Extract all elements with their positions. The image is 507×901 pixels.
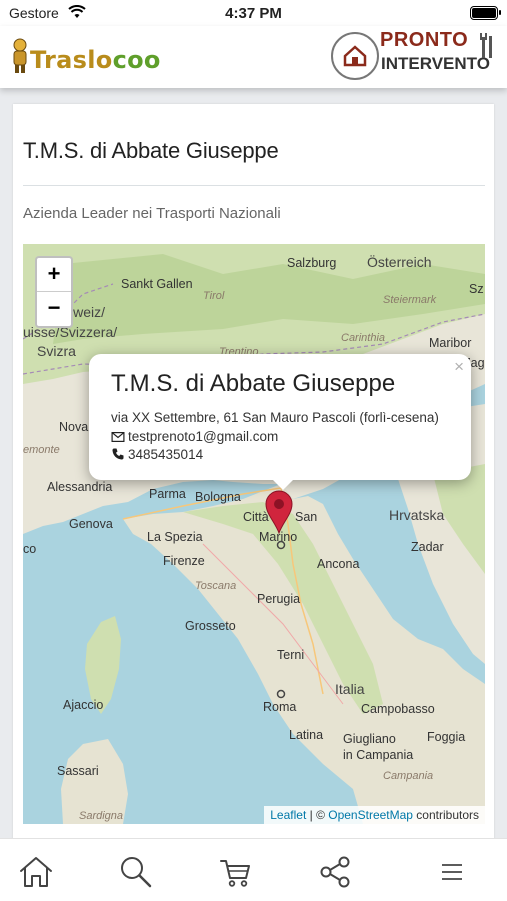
clock: 4:37 PM [225, 5, 282, 22]
map-label: Genova [69, 517, 113, 531]
envelope-icon [111, 432, 125, 442]
share-icon [320, 856, 350, 888]
map-label: Campania [383, 770, 434, 782]
map-label: Sz [469, 282, 484, 296]
map-label: Österreich [367, 254, 432, 270]
popup-address: via XX Settembre, 61 San Mauro Pascoli (… [111, 410, 439, 425]
map-label: Maribor [429, 336, 472, 350]
zoom-out-button[interactable]: − [37, 292, 71, 326]
map-label: Tirol [203, 290, 225, 302]
map-label: Terni [277, 648, 305, 662]
nav-share[interactable] [318, 855, 354, 889]
menu-icon [442, 864, 462, 880]
map[interactable]: Salzburg Österreich Sankt Gallen Tirol S… [23, 244, 485, 824]
pronto-label: PRONTO [380, 29, 469, 51]
map-label: Parma [149, 487, 186, 501]
mascot-icon [13, 38, 27, 73]
leaflet-link[interactable]: Leaflet [270, 808, 306, 822]
map-label: Bologna [195, 490, 241, 504]
map-marker-icon[interactable] [265, 490, 293, 534]
divider [23, 185, 485, 186]
tools-icon [480, 33, 492, 58]
map-label: Perugia [257, 592, 301, 606]
search-icon [121, 857, 152, 888]
map-attribution: Leaflet | © OpenStreetMap contributors [264, 806, 485, 824]
osm-link[interactable]: OpenStreetMap [328, 808, 413, 822]
popup-phone-row[interactable]: 3485435014 [111, 447, 203, 462]
zoom-control: + − [35, 256, 73, 328]
battery-icon [470, 6, 501, 20]
map-label: Salzburg [287, 256, 337, 270]
map-label: Italia [335, 681, 365, 697]
traslocoo-logo[interactable]: Traslocoo [8, 34, 168, 80]
logo-text: Traslocoo [30, 46, 161, 74]
phone-icon [112, 448, 124, 460]
map-label: Toscana [195, 580, 237, 592]
cart-icon [220, 860, 250, 887]
map-label: Firenze [163, 554, 205, 568]
map-label: Ancona [317, 557, 360, 571]
popup-phone[interactable]: 3485435014 [128, 447, 203, 462]
map-label: Nova [59, 420, 89, 434]
map-label: Foggia [427, 730, 466, 744]
map-label: emonte [23, 444, 60, 456]
map-label: Ajaccio [63, 698, 104, 712]
nav-home[interactable] [18, 855, 54, 889]
status-bar: Gestore 4:37 PM [0, 0, 507, 26]
map-label: co [23, 542, 37, 556]
map-label: Grosseto [185, 619, 236, 633]
map-label: Sardigna [79, 810, 124, 822]
map-label: Alessandria [47, 480, 113, 494]
map-label: Carinthia [341, 332, 386, 344]
zoom-in-button[interactable]: + [37, 258, 71, 292]
app-header: Traslocoo PRONTO INTERVENTO [0, 26, 507, 88]
nav-menu[interactable] [434, 855, 470, 889]
page-title: T.M.S. di Abbate Giuseppe [23, 138, 279, 163]
map-label: Sankt Gallen [121, 277, 193, 291]
map-label: Svizra [37, 343, 76, 359]
map-label: in Campania [343, 748, 414, 762]
map-label: Sassari [57, 764, 99, 778]
map-label: Zadar [411, 540, 444, 554]
intervento-label: INTERVENTO [381, 54, 490, 73]
map-label: La Spezia [147, 530, 203, 544]
popup-title: T.M.S. di Abbate Giuseppe [111, 370, 396, 397]
nav-cart[interactable] [218, 855, 254, 889]
map-label: Roma [263, 700, 297, 714]
map-label: Campobasso [361, 702, 435, 716]
home-icon [20, 857, 52, 887]
company-subtitle: Azienda Leader nei Trasporti Nazionali [23, 205, 281, 222]
map-label: Steiermark [383, 294, 437, 306]
house-icon [331, 32, 379, 80]
pronto-intervento-logo[interactable]: PRONTO INTERVENTO [330, 29, 500, 83]
map-popup: × T.M.S. di Abbate Giuseppe via XX Sette… [89, 354, 471, 490]
map-label: Latina [289, 728, 324, 742]
bottom-nav [0, 838, 507, 901]
popup-close-button[interactable]: × [454, 357, 464, 377]
nav-search[interactable] [118, 855, 154, 889]
map-label: San [295, 510, 318, 524]
company-card: T.M.S. di Abbate Giuseppe Azienda Leader… [13, 104, 494, 894]
popup-email-row[interactable]: testprenoto1@gmail.com [111, 429, 278, 444]
map-label: Giugliano [343, 732, 396, 746]
map-label: Hrvatska [389, 507, 445, 523]
popup-email[interactable]: testprenoto1@gmail.com [128, 429, 278, 444]
